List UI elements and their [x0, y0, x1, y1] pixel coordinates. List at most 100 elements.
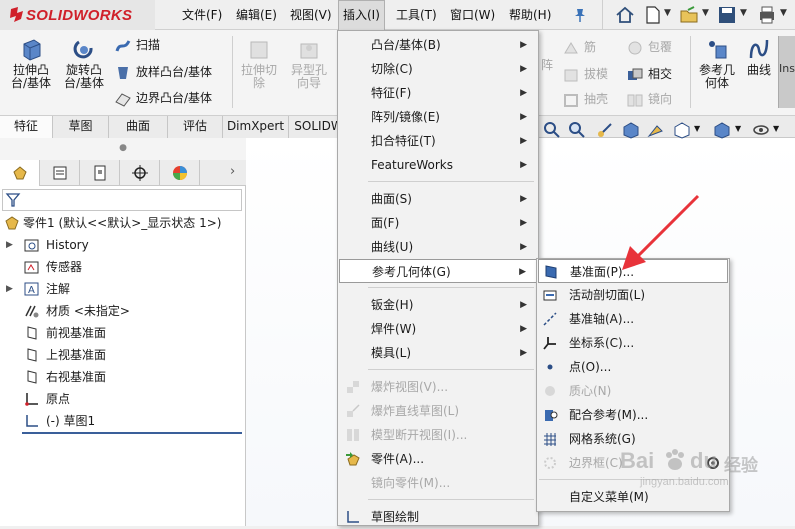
tree-item-right-plane[interactable]: 右视基准面 [0, 366, 246, 388]
submenu-item-mate-reference[interactable]: 配合参考(M)... [538, 403, 728, 427]
open-folder-icon[interactable] [678, 4, 700, 26]
tab-feature-manager[interactable] [0, 160, 40, 186]
chevron-down-icon[interactable]: ▼ [740, 8, 747, 18]
expand-arrow-icon[interactable]: ▶ [6, 278, 13, 300]
tree-root-part[interactable]: 零件1 (默认<<默认>_显示状态 1>) [0, 212, 246, 234]
extrude-cut-button[interactable]: 拉伸切 除 [234, 36, 284, 90]
menu-item-weldments[interactable]: 焊件(W) ▶ [339, 317, 537, 341]
rib-button[interactable]: 筋 [562, 36, 596, 58]
menu-edit[interactable]: 编辑(E) [232, 0, 281, 30]
tree-item-front-plane[interactable]: 前视基准面 [0, 322, 246, 344]
new-document-icon[interactable] [642, 4, 664, 26]
tree-item-annotations[interactable]: ▶ A 注解 [0, 278, 246, 300]
zoom-area-icon[interactable] [568, 121, 586, 139]
section-view-icon[interactable] [622, 121, 640, 139]
panel-grip[interactable]: ● [0, 138, 246, 160]
home-icon[interactable] [614, 4, 636, 26]
extrude-boss-button[interactable]: 拉伸凸 台/基体 [6, 36, 56, 90]
tab-dimxpert[interactable]: DimXpert [223, 116, 289, 138]
menu-item-part[interactable]: 零件(A)... [339, 447, 537, 471]
tree-item-origin[interactable]: 原点 [0, 388, 246, 410]
draft-button[interactable]: 拔模 [562, 63, 608, 85]
shell-button[interactable]: 抽壳 [562, 88, 608, 110]
tab-sketch[interactable]: 草图 [53, 116, 109, 138]
submenu-item-axis[interactable]: 基准轴(A)... [538, 307, 728, 331]
chevron-down-icon[interactable]: ▼ [735, 124, 741, 133]
solidworks-logo[interactable]: SOLIDWORKS [0, 0, 155, 30]
menu-file[interactable]: 文件(F) [178, 0, 226, 30]
menu-view[interactable]: 视图(V) [286, 0, 336, 30]
menu-item-surface[interactable]: 曲面(S) ▶ [339, 187, 537, 211]
menu-item-features[interactable]: 特征(F) ▶ [339, 81, 537, 105]
menu-item-cut[interactable]: 切除(C) ▶ [339, 57, 537, 81]
array-label-partial[interactable]: 阵 [541, 56, 553, 73]
curves-button[interactable]: 曲线 [740, 36, 778, 77]
wrap-button[interactable]: 包覆 [626, 36, 672, 58]
dynamic-annotation-icon[interactable] [647, 121, 665, 139]
chevron-right-icon[interactable]: › [230, 164, 235, 179]
menu-item-sheet-metal[interactable]: 钣金(H) ▶ [339, 293, 537, 317]
instant3d-button[interactable]: Ins [778, 36, 795, 108]
submenu-item-coordinate-system[interactable]: 坐标系(C)... [538, 331, 728, 355]
chevron-down-icon[interactable]: ▼ [694, 124, 700, 133]
tree-filter-field[interactable] [2, 189, 242, 211]
chevron-down-icon[interactable]: ▼ [773, 124, 779, 133]
menu-item-explode-line-sketch[interactable]: 爆炸直线草图(L) [339, 399, 537, 423]
sweep-button[interactable]: 扫描 [114, 34, 160, 56]
tree-item-history[interactable]: ▶ History [0, 234, 246, 256]
chevron-down-icon[interactable]: ▼ [664, 8, 671, 18]
submenu-item-center-of-mass[interactable]: 质心(N) [538, 379, 728, 403]
chevron-down-icon[interactable]: ▼ [780, 8, 787, 18]
coordinate-system-icon [543, 337, 556, 350]
intersect-button[interactable]: 相交 [626, 63, 672, 85]
menu-tools[interactable]: 工具(T) [392, 0, 441, 30]
tab-configuration-manager[interactable] [80, 160, 120, 186]
print-icon[interactable] [756, 4, 778, 26]
display-style-icon[interactable] [713, 121, 731, 139]
menu-window[interactable]: 窗口(W) [446, 0, 499, 30]
boundary-boss-button[interactable]: 边界凸台/基体 [114, 87, 212, 109]
submenu-arrow-icon: ▶ [520, 88, 527, 98]
view-orientation-icon[interactable] [673, 121, 691, 139]
menu-item-featureworks[interactable]: FeatureWorks ▶ [339, 153, 537, 177]
tree-item-material[interactable]: 材质 <未指定> [0, 300, 246, 322]
tab-property-manager[interactable] [40, 160, 80, 186]
tab-display-manager[interactable] [160, 160, 200, 186]
tree-item-top-plane[interactable]: 上视基准面 [0, 344, 246, 366]
menu-item-exploded-view[interactable]: 爆炸视图(V)... [339, 375, 537, 399]
menu-item-pattern-mirror[interactable]: 阵列/镜像(E) ▶ [339, 105, 537, 129]
tab-dimxpert-manager[interactable] [120, 160, 160, 186]
rollback-bar[interactable] [22, 432, 242, 434]
tree-item-sensors[interactable]: 传感器 [0, 256, 246, 278]
tab-surfaces[interactable]: 曲面 [109, 116, 168, 138]
tab-evaluate[interactable]: 评估 [168, 116, 223, 138]
loft-button[interactable]: 放样凸台/基体 [114, 61, 212, 83]
chevron-down-icon[interactable]: ▼ [702, 8, 709, 18]
menu-item-reference-geometry[interactable]: 参考几何体(G) ▶ [339, 259, 537, 283]
pin-icon[interactable] [572, 7, 588, 23]
menu-item-boss-base[interactable]: 凸台/基体(B) ▶ [339, 33, 537, 57]
submenu-item-live-section-plane[interactable]: 活动剖切面(L) [538, 283, 728, 307]
zoom-to-fit-icon[interactable] [543, 121, 561, 139]
menu-item-curve[interactable]: 曲线(U) ▶ [339, 235, 537, 259]
tab-features[interactable]: 特征 [0, 116, 53, 138]
menu-item-sketch[interactable]: 草图绘制 [339, 505, 537, 529]
tree-item-sketch1[interactable]: (-) 草图1 [0, 410, 246, 432]
menu-item-mirror-part[interactable]: 镜向零件(M)... [339, 471, 537, 495]
submenu-item-point[interactable]: 点(O)... [538, 355, 728, 379]
expand-arrow-icon[interactable]: ▶ [6, 234, 13, 256]
menu-insert[interactable]: 插入(I) [338, 0, 385, 30]
reference-geometry-button[interactable]: 参考几 何体 [692, 36, 742, 90]
save-icon[interactable] [716, 4, 738, 26]
menu-item-model-break-view[interactable]: 模型断开视图(I)... [339, 423, 537, 447]
menu-item-fastening-feature[interactable]: 扣合特征(T) ▶ [339, 129, 537, 153]
menu-item-face[interactable]: 面(F) ▶ [339, 211, 537, 235]
previous-view-icon[interactable] [596, 121, 614, 139]
hide-show-items-icon[interactable] [752, 121, 770, 139]
hole-wizard-button[interactable]: 异型孔 向导 [284, 36, 334, 90]
menu-item-molds[interactable]: 模具(L) ▶ [339, 341, 537, 365]
revolve-boss-button[interactable]: 旋转凸 台/基体 [59, 36, 109, 90]
exploded-view-icon [347, 381, 359, 393]
mirror-button[interactable]: 镜向 [626, 88, 672, 110]
menu-help[interactable]: 帮助(H) [505, 0, 555, 30]
